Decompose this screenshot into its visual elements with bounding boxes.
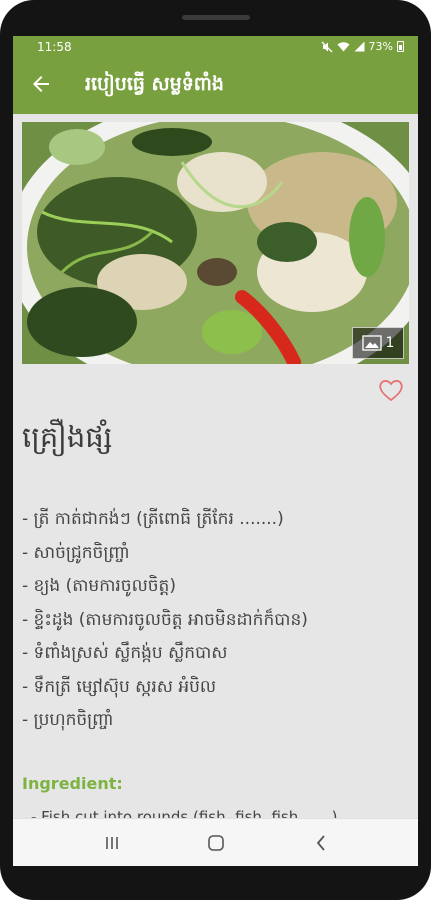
- list-item: - ប្រហុកចិញ្ច្រាំ: [22, 710, 114, 730]
- battery-percent: 73%: [368, 40, 393, 53]
- photo-count-badge[interactable]: 1: [352, 327, 404, 359]
- page-title: របៀបធ្វើ សម្លទំពាំង: [85, 73, 224, 95]
- status-icons: 73%: [321, 40, 404, 53]
- recipe-photo[interactable]: 1: [22, 122, 409, 364]
- list-item: - ត្រី កាត់ជាកង់ៗ (ត្រីពោធិ ត្រីកែរ ....…: [22, 509, 284, 529]
- recents-icon: [106, 837, 118, 849]
- arrow-left-icon[interactable]: [29, 72, 53, 96]
- system-nav-bar: [13, 818, 418, 866]
- wifi-icon: [337, 42, 350, 52]
- ingredients-title: គ្រឿងផ្សំ: [22, 420, 113, 454]
- ingredient-line-en: - Fish cut into rounds (fish, fish, fish…: [31, 808, 338, 818]
- app-bar: របៀបធ្វើ សម្លទំពាំង: [13, 58, 418, 114]
- mute-icon: [321, 41, 333, 52]
- heart-outline-icon[interactable]: [378, 378, 404, 402]
- list-item: - ទំពាំងស្រស់ ស្លឹកង្ក់ប ស្លឹកបាស: [22, 643, 228, 663]
- recipe-content[interactable]: 1 គ្រឿងផ្សំ - ត្រី កាត់ជាកង់ៗ (ត្រីពោធិ …: [13, 114, 418, 818]
- screen: 11:58 73% របៀបធ្វើ សម្លទំពាំង 1 គ្រឿងផ្ស…: [13, 36, 418, 866]
- list-item: - ខ្ទិះដូង (តាមការចូលចិត្ត អាចមិនដាក់ក៏ប…: [22, 609, 308, 630]
- list-item: - ខ្យង (តាមការចូលចិត្ត): [22, 576, 176, 596]
- photo-count: 1: [385, 335, 395, 351]
- nav-back-button[interactable]: [291, 819, 351, 866]
- back-chevron-icon: [316, 835, 325, 851]
- list-item: - សាច់ជ្រូកចិញ្ច្រាំ: [22, 542, 130, 563]
- ingredient-heading-en: Ingredient:: [22, 774, 123, 793]
- signal-icon: [354, 41, 365, 52]
- speaker-grille: [182, 15, 250, 20]
- image-icon: [361, 335, 382, 351]
- list-item: - ទឹកត្រី ម្សៅស៊ុប ស្ករស អំបិល: [22, 676, 217, 697]
- battery-icon: [397, 41, 404, 52]
- soup-illustration: [22, 122, 409, 364]
- status-time: 11:58: [37, 40, 72, 54]
- recents-button[interactable]: [82, 819, 142, 866]
- home-icon: [208, 835, 224, 851]
- ingredients-list: - ត្រី កាត់ជាកង់ៗ (ត្រីពោធិ ត្រីកែរ ....…: [22, 503, 412, 738]
- phone-frame: 11:58 73% របៀបធ្វើ សម្លទំពាំង 1 គ្រឿងផ្ស…: [0, 0, 431, 900]
- status-bar: 11:58 73%: [13, 36, 418, 58]
- home-button[interactable]: [186, 819, 246, 866]
